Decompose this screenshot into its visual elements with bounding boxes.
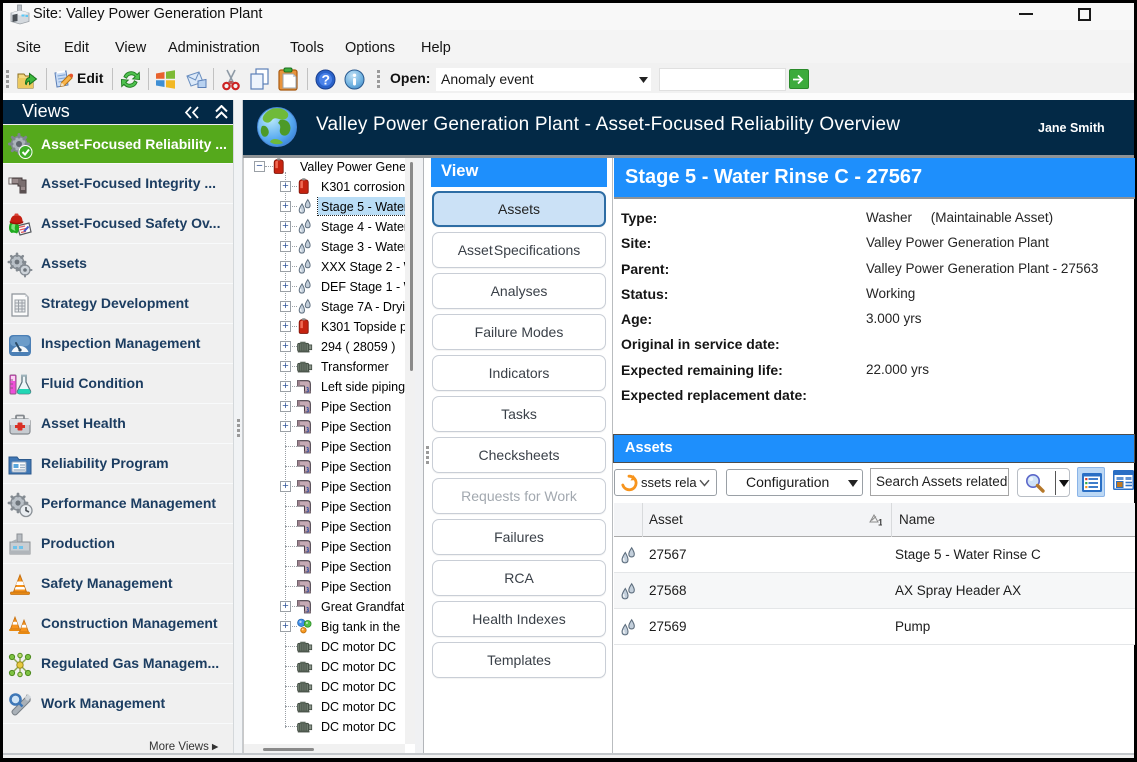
svg-text:?: ?: [322, 72, 331, 88]
svg-text:1: 1: [878, 518, 882, 527]
